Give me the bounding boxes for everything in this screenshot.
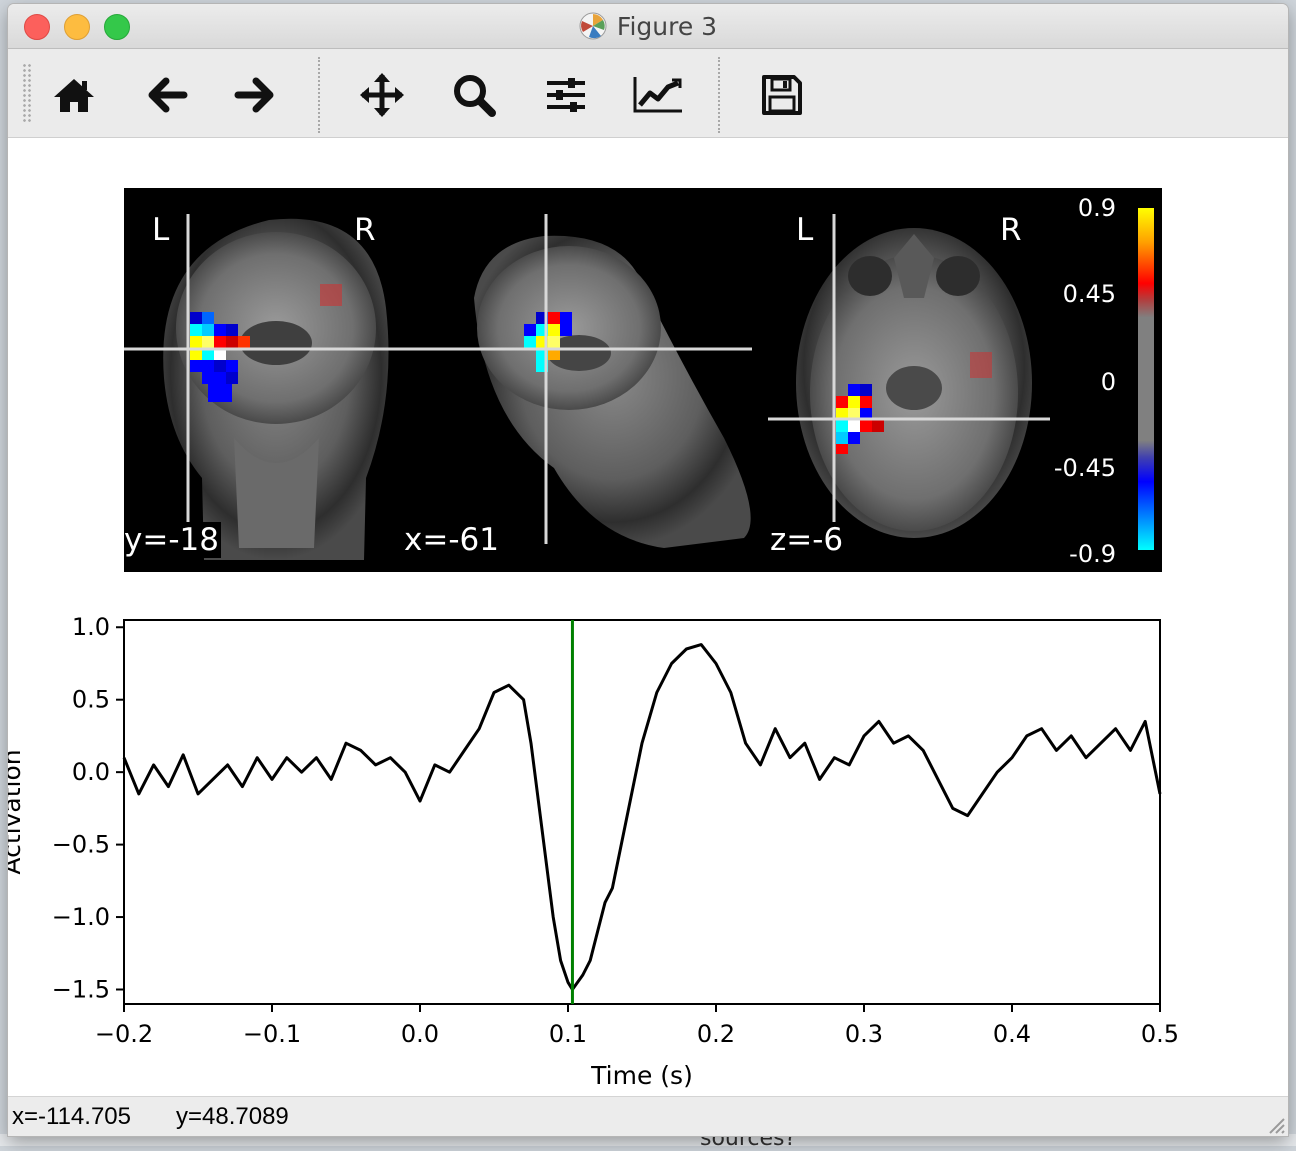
x-axis-label: Time (s)	[590, 1061, 693, 1090]
figure-canvas[interactable]: L R L R y=-18 x=-61 z=-6 0.9 0.45 0 -0.4…	[8, 138, 1288, 1096]
x-tick-label: −0.2	[95, 1020, 153, 1048]
x-tick-label: 0.3	[845, 1020, 883, 1048]
series-line	[122, 643, 1162, 991]
toolbar-separator	[718, 57, 720, 133]
arrow-left-icon	[148, 77, 188, 113]
back-button[interactable]	[138, 67, 194, 123]
navigation-toolbar	[8, 49, 1288, 138]
floppy-disk-icon	[762, 75, 802, 115]
edit-axes-button[interactable]	[630, 67, 686, 123]
sliders-icon	[547, 78, 585, 112]
line-chart-icon	[633, 77, 682, 113]
arrow-right-icon	[234, 77, 274, 113]
configure-subplots-button[interactable]	[538, 67, 594, 123]
zoom-button-tool[interactable]	[446, 67, 502, 123]
x-tick-label: 0.4	[993, 1020, 1031, 1048]
figure-window: Figure 3 L R L R y=-18 x=-61 z=-6 0.9 0.…	[8, 4, 1288, 1136]
resize-grip-icon[interactable]	[1264, 1113, 1286, 1135]
matplotlib-icon	[579, 12, 607, 40]
magnifier-icon	[454, 75, 496, 117]
x-tick-label: 0.2	[697, 1020, 735, 1048]
x-tick-label: 0.1	[549, 1020, 587, 1048]
move-icon	[360, 73, 404, 117]
x-tick-label: −0.1	[243, 1020, 301, 1048]
forward-button[interactable]	[228, 67, 284, 123]
status-bar: x=-114.705 y=48.7089	[8, 1096, 1288, 1136]
home-button[interactable]	[46, 67, 102, 123]
time-course-plot[interactable]: −0.2 −0.1 0.0 0.1 0.2 0.3 0.4 0.5 1.0 0.5 0.0 −0.5…	[8, 138, 1288, 1096]
title-bar[interactable]: Figure 3	[8, 4, 1288, 49]
y-tick-label: −1.0	[52, 903, 110, 931]
y-axis-label: Activation	[8, 749, 26, 874]
x-tick-label: 0.0	[401, 1020, 439, 1048]
pan-button[interactable]	[354, 67, 410, 123]
window-title: Figure 3	[616, 11, 718, 41]
y-tick-label: 1.0	[72, 613, 110, 641]
y-tick-label: −0.5	[52, 831, 110, 859]
cursor-y-readout: y=48.7089	[176, 1103, 289, 1130]
y-tick-label: −1.5	[52, 976, 110, 1004]
toolbar-grip[interactable]	[22, 63, 32, 123]
save-button[interactable]	[754, 67, 810, 123]
axes-frame	[123, 619, 1161, 1005]
y-tick-label: 0.5	[72, 686, 110, 714]
cursor-x-readout: x=-114.705	[12, 1103, 131, 1130]
x-tick-label: 0.5	[1141, 1020, 1179, 1048]
toolbar-separator	[318, 57, 320, 133]
home-icon	[54, 79, 94, 112]
y-tick-label: 0.0	[72, 758, 110, 786]
